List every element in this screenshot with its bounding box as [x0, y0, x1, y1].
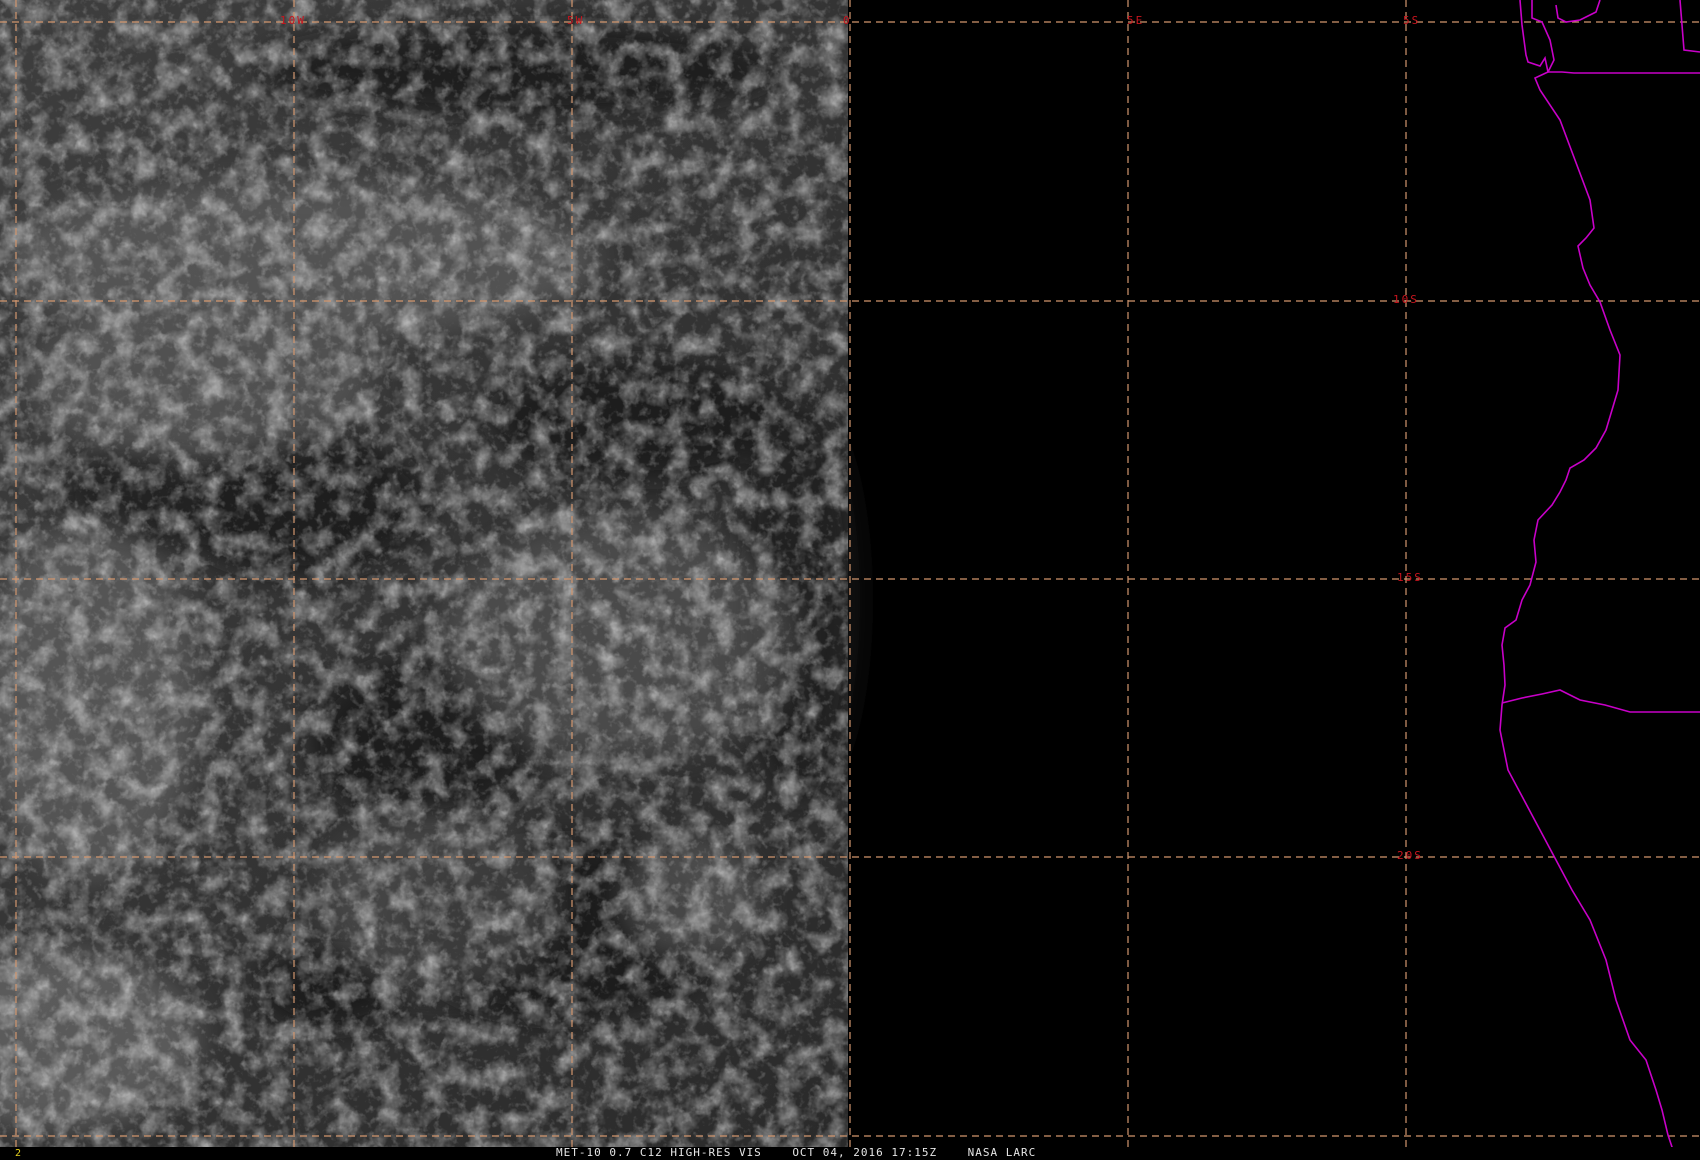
- satellite-viewer[interactable]: 10W 5W 0 5E 5S 10S 15S 20S 2 MET-10 0.7 …: [0, 0, 1700, 1160]
- latitude-label-5s: 5S: [1403, 14, 1421, 27]
- africa-coastline: [1499, 0, 1674, 1151]
- longitude-label-0: 0: [843, 14, 852, 27]
- northern-border-1: [1519, 0, 1549, 73]
- product-name: MET-10 0.7 C12 HIGH-RES VIS: [556, 1146, 762, 1159]
- frame-number: 2: [15, 1148, 22, 1159]
- southern-border: [1501, 689, 1700, 713]
- image-datetime: OCT 04, 2016 17:15Z: [792, 1146, 938, 1159]
- latitude-label-20s: 20S: [1397, 849, 1423, 862]
- satellite-imagery: [0, 0, 860, 1147]
- northern-border-4: [1679, 0, 1700, 53]
- coastline-overlay: [1499, 0, 1700, 1151]
- longitude-label-5e: 5E: [1127, 14, 1145, 27]
- latitude-label-15s: 15S: [1397, 571, 1423, 584]
- latitude-label-10s: 10S: [1393, 293, 1419, 306]
- image-caption: MET-10 0.7 C12 HIGH-RES VIS OCT 04, 2016…: [556, 1147, 1036, 1159]
- northern-border-3: [1555, 0, 1601, 23]
- satellite-map[interactable]: [0, 0, 1700, 1160]
- longitude-label-5w: 5W: [567, 14, 585, 27]
- longitude-label-10w: 10W: [280, 14, 306, 27]
- image-credit: NASA LARC: [967, 1146, 1037, 1159]
- northern-border-2: [1548, 71, 1700, 74]
